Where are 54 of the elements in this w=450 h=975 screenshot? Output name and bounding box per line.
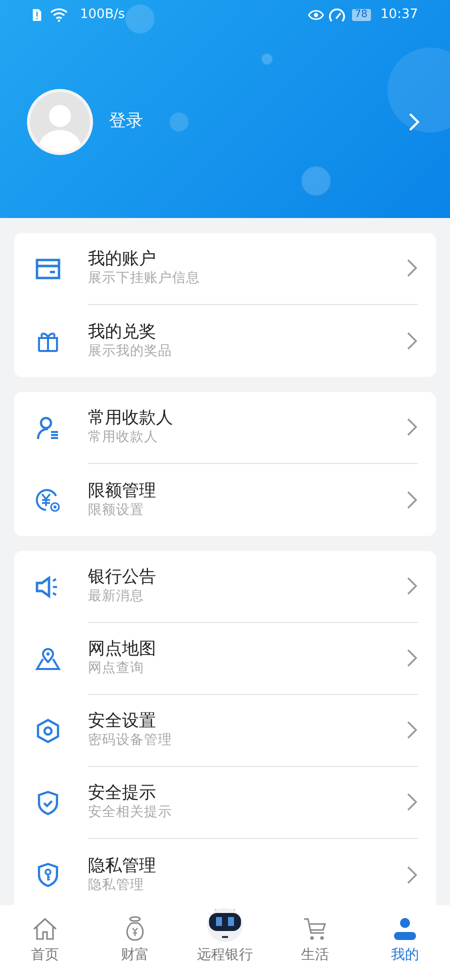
chevron-right-icon bbox=[406, 720, 418, 740]
menu-item[interactable]: 常用收款人 常用收款人 bbox=[14, 392, 436, 464]
sim-alert-icon bbox=[32, 8, 42, 22]
chevron-right-icon bbox=[406, 648, 418, 668]
menu-item[interactable]: 银行公告 最新消息 bbox=[14, 551, 436, 623]
battery-level: 78 bbox=[352, 9, 371, 21]
item-title: 我的兑奖 bbox=[88, 322, 157, 343]
tab-item[interactable]: 我的 bbox=[360, 905, 450, 975]
gauge-icon bbox=[328, 7, 346, 23]
tab-item[interactable]: 远程银行 bbox=[180, 905, 270, 975]
clock-time: 10:37 bbox=[380, 6, 418, 24]
chevron-right-icon bbox=[406, 490, 418, 510]
item-title: 隐私管理 bbox=[88, 856, 157, 877]
chevron-right-icon bbox=[408, 112, 420, 132]
chevron-right-icon bbox=[406, 417, 418, 438]
person-icon bbox=[391, 915, 419, 943]
menu-item[interactable]: 安全设置 密码设备管理 bbox=[14, 695, 436, 767]
item-subtitle: 最新消息 bbox=[88, 588, 145, 606]
hexagon-nut-icon bbox=[34, 717, 62, 745]
chevron-right-icon bbox=[406, 576, 418, 596]
chevron-right-icon bbox=[406, 258, 418, 278]
item-title: 常用收款人 bbox=[88, 408, 174, 430]
item-subtitle: 常用收款人 bbox=[88, 429, 159, 447]
menu-item[interactable]: 限额管理 限额设置 bbox=[14, 464, 436, 536]
item-subtitle: 展示下挂账户信息 bbox=[88, 270, 201, 288]
eye-icon bbox=[308, 9, 324, 21]
item-subtitle: 隐私管理 bbox=[88, 876, 145, 894]
chevron-right-icon bbox=[406, 792, 418, 812]
item-subtitle: 网点查询 bbox=[88, 660, 145, 678]
item-title: 网点地图 bbox=[88, 639, 157, 660]
tab-item[interactable]: 财富 bbox=[90, 905, 180, 975]
tab-item[interactable]: 首页 bbox=[0, 905, 90, 975]
chevron-right-icon bbox=[406, 864, 418, 885]
item-subtitle: 展示我的奖品 bbox=[88, 342, 173, 360]
item-subtitle: 密码设备管理 bbox=[88, 732, 173, 750]
wifi-icon bbox=[50, 8, 68, 22]
network-speed: 100B/s bbox=[80, 6, 125, 24]
chevron-right-icon bbox=[406, 330, 418, 351]
item-title: 我的账户 bbox=[88, 249, 157, 270]
menu-item[interactable]: 安全提示 安全相关提示 bbox=[14, 767, 436, 839]
item-subtitle: 限额设置 bbox=[88, 502, 145, 520]
menu-item[interactable]: 网点地图 网点查询 bbox=[14, 623, 436, 695]
item-title: 安全设置 bbox=[88, 711, 157, 732]
menu-item[interactable]: 隐私管理 隐私管理 bbox=[14, 839, 436, 905]
item-title: 安全提示 bbox=[88, 783, 157, 804]
home-icon bbox=[31, 915, 59, 943]
item-title: 银行公告 bbox=[88, 567, 157, 588]
menu-item[interactable]: 我的账户 展示下挂账户信息 bbox=[14, 233, 436, 305]
item-title: 限额管理 bbox=[88, 480, 157, 502]
item-subtitle: 安全相关提示 bbox=[88, 804, 173, 822]
map-pin-icon bbox=[34, 645, 62, 673]
tab-item[interactable]: 生活 bbox=[270, 905, 360, 975]
yuan-gear-icon bbox=[34, 486, 62, 514]
menu-item[interactable]: 我的兑奖 展示我的奖品 bbox=[14, 305, 436, 377]
